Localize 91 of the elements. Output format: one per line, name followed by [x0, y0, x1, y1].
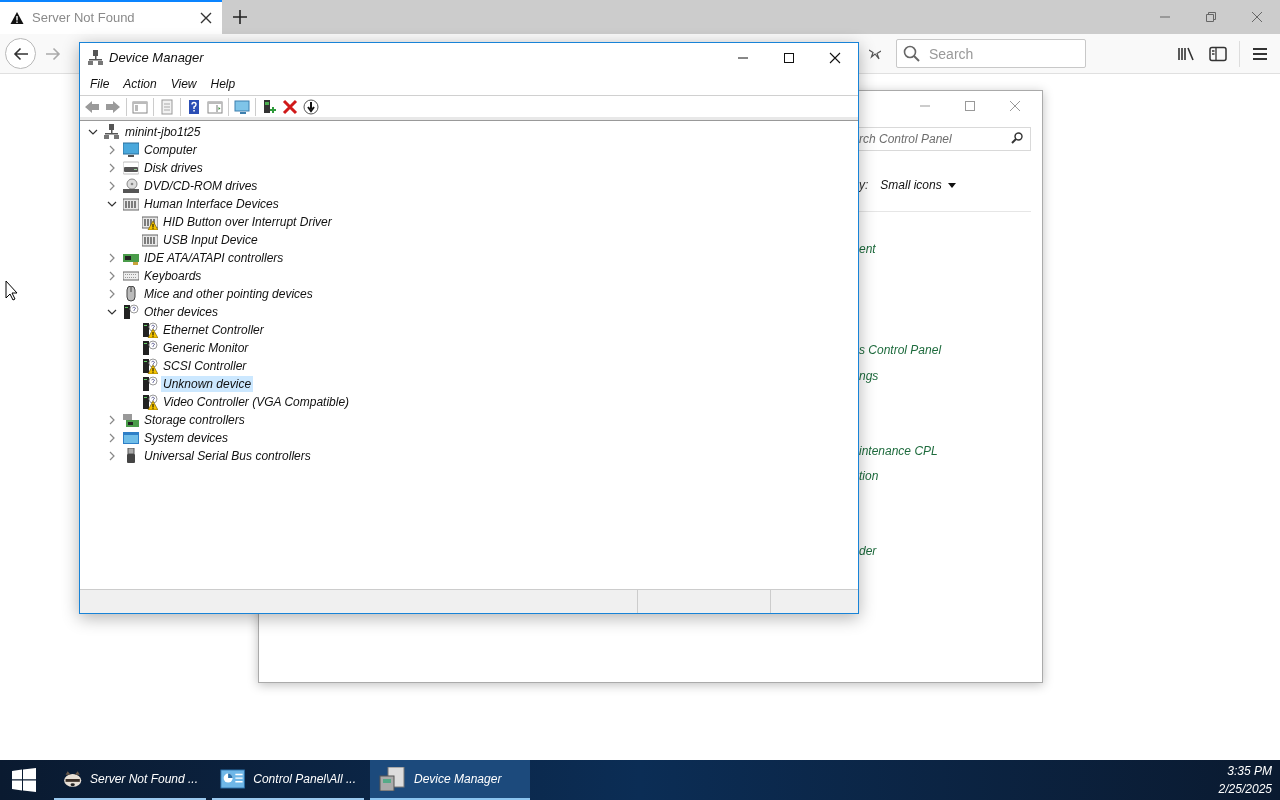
tree-item[interactable]: DVD/CD-ROM drives [142, 178, 260, 194]
tree-item[interactable]: IDE ATA/ATAPI controllers [142, 250, 286, 266]
cursor-icon [5, 280, 18, 301]
forward-arrow-icon[interactable] [45, 46, 61, 61]
control-panel-link[interactable]: s Control Panel [859, 342, 942, 358]
forward-arrow-icon[interactable] [105, 98, 121, 115]
chevron-right-icon[interactable] [107, 145, 117, 155]
warning-icon [10, 11, 24, 25]
browser-tab[interactable]: Server Not Found [0, 0, 222, 34]
delete-icon[interactable] [282, 98, 298, 115]
tree-item[interactable]: System devices [142, 430, 231, 446]
chevron-right-icon[interactable] [107, 415, 117, 425]
monitor-scan-icon[interactable] [234, 98, 250, 115]
taskbar-button[interactable]: Server Not Found ... [54, 760, 206, 800]
plus-icon[interactable] [233, 10, 247, 24]
back-arrow-icon [12, 46, 29, 61]
drive-icon [123, 160, 139, 176]
keypad-icon [123, 196, 139, 212]
monitor-icon [123, 142, 139, 158]
tree-item[interactable]: Computer [142, 142, 199, 158]
tree-item[interactable]: Unknown device [161, 376, 254, 392]
chevron-down-icon[interactable] [107, 307, 117, 317]
windows-logo-icon [12, 768, 36, 792]
dropdown-arrow-icon [947, 182, 956, 188]
chevron-right-icon[interactable] [107, 253, 117, 263]
chevron-right-icon[interactable] [107, 271, 117, 281]
menu-icon[interactable] [1253, 46, 1267, 61]
close-icon[interactable] [829, 52, 841, 64]
console-tree-icon[interactable] [132, 98, 148, 115]
chevron-right-icon[interactable] [107, 433, 117, 443]
close-icon[interactable] [200, 12, 212, 24]
tree-item[interactable]: Mice and other pointing devices [142, 286, 315, 302]
menu-item[interactable]: File [84, 75, 116, 93]
tree-item[interactable]: USB Input Device [161, 232, 260, 248]
tree-item[interactable]: HID Button over Interrupt Driver [161, 214, 334, 230]
sidebar-icon[interactable] [1209, 45, 1227, 62]
search-field[interactable]: Search [896, 39, 1086, 68]
chevron-right-icon[interactable] [107, 289, 117, 299]
download-icon[interactable] [303, 98, 319, 115]
tree-item[interactable]: Human Interface Devices [142, 196, 281, 212]
add-driver-icon[interactable] [261, 98, 277, 115]
chevron-right-icon[interactable] [107, 181, 117, 191]
maximize-icon[interactable] [783, 52, 795, 64]
computer-tree-icon [88, 50, 104, 66]
tree-item[interactable]: Disk drives [142, 160, 205, 176]
control-panel-link[interactable]: intenance CPL [859, 443, 938, 459]
control-panel-link[interactable]: ent [859, 241, 876, 257]
tree-item[interactable]: SCSI Controller [161, 358, 249, 374]
action-pane-icon[interactable] [207, 98, 223, 115]
clock-time: 3:35 PM [1227, 763, 1272, 780]
tree-item[interactable]: Video Controller (VGA Compatible) [161, 394, 352, 410]
tree-item[interactable]: Other devices [142, 304, 221, 320]
storage-controller-icon [123, 412, 139, 428]
search-icon [903, 45, 920, 62]
keyboard-icon [123, 268, 139, 284]
library-icon[interactable] [1177, 45, 1195, 62]
chevron-down-icon[interactable] [107, 199, 117, 209]
device-manager-icon [378, 767, 406, 791]
tree-item[interactable]: Universal Serial Bus controllers [142, 448, 313, 464]
back-button[interactable] [5, 38, 36, 69]
tree-item[interactable]: Keyboards [142, 268, 204, 284]
menu-item[interactable]: Action [117, 75, 163, 93]
window-title: Device Manager [109, 49, 205, 68]
control-panel-link[interactable]: ngs [859, 368, 879, 384]
clock-date: 2/25/2025 [1218, 781, 1272, 798]
unknown-device-icon [123, 304, 139, 320]
help-icon[interactable] [186, 98, 202, 115]
menu-item[interactable]: Help [204, 75, 242, 93]
tree-item[interactable]: Generic Monitor [161, 340, 251, 356]
chevron-down-icon[interactable] [88, 127, 98, 137]
taskbar-button[interactable]: Device Manager [370, 760, 530, 800]
system-folder-icon [123, 430, 139, 446]
tree-item[interactable]: minint-jbo1t25 [123, 124, 203, 140]
control-panel-link[interactable]: der [859, 543, 877, 559]
menu-item[interactable]: View [164, 75, 203, 93]
disc-drive-icon [123, 178, 139, 194]
search-icon [1011, 132, 1023, 144]
restore-icon[interactable] [1205, 11, 1217, 23]
mouse-icon [123, 286, 139, 302]
control-panel-icon [220, 767, 246, 791]
search-field[interactable]: rch Control Panel [859, 127, 1031, 151]
chevron-right-icon[interactable] [107, 163, 117, 173]
chevron-right-icon[interactable] [107, 451, 117, 461]
tree-item[interactable]: Ethernet Controller [161, 322, 266, 338]
tab-title: Server Not Found [32, 9, 136, 28]
taskbar-button[interactable]: Control Panel\All ... [212, 760, 364, 800]
computer-tree-icon [104, 124, 120, 140]
back-arrow-icon[interactable] [84, 98, 100, 115]
control-panel-link[interactable]: tion [859, 468, 879, 484]
view-dropdown[interactable]: Small icons [880, 176, 956, 194]
tree-item[interactable]: Storage controllers [142, 412, 247, 428]
